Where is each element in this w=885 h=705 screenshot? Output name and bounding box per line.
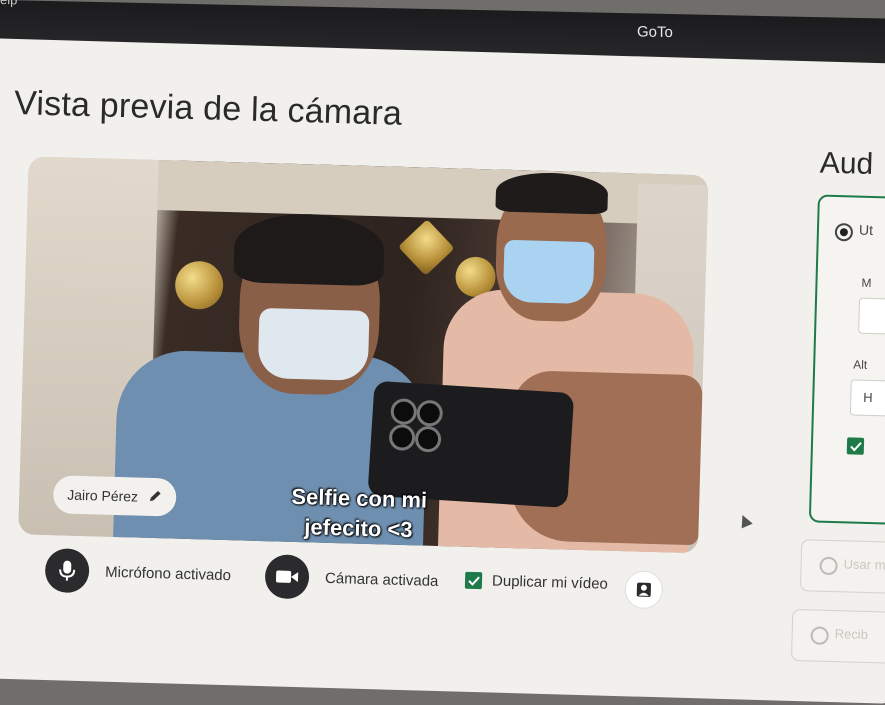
speaker-select[interactable]: H — [849, 379, 885, 418]
mouse-cursor-icon — [736, 512, 753, 529]
phone-camera-lens — [415, 399, 444, 428]
audio-section-title: Aud — [819, 146, 874, 181]
page-title: Vista previa de la cámara — [13, 83, 403, 133]
camera-preview-dialog: Vista previa de la cámara Aud Selfie con… — [0, 38, 885, 704]
audio-option-computer[interactable]: Ut M Alt H — [808, 194, 885, 526]
person-left-hair — [233, 212, 386, 287]
microphone-select[interactable] — [858, 297, 885, 336]
audio-option-phone[interactable]: Usar m — [799, 539, 885, 595]
help-menu[interactable]: elp — [0, 0, 17, 7]
microphone-label: Micrófono activado — [104, 563, 232, 584]
phone-camera-lens — [389, 397, 418, 426]
phone-camera-lens — [388, 423, 416, 452]
microphone-toggle[interactable]: Micrófono activado — [44, 548, 232, 597]
participant-name: Jairo Pérez — [67, 486, 139, 505]
audio-option-label: Usar m — [843, 556, 885, 573]
background-settings-button[interactable] — [624, 570, 664, 610]
camera-toggle[interactable]: Cámara activada — [264, 554, 439, 603]
camera-preview-video: Selfie con mi jefecito <3 Jairo Pérez — [18, 156, 709, 554]
pencil-icon[interactable] — [148, 488, 162, 505]
phone-camera-lens — [414, 425, 442, 453]
speaker-test-checkbox[interactable] — [846, 437, 865, 455]
speaker-field-label: Alt — [853, 357, 868, 372]
video-camera-icon[interactable] — [264, 554, 310, 600]
preview-controls: Micrófono activado Cámara activada Dupli… — [44, 548, 685, 616]
audio-option-callback[interactable]: Recib — [790, 608, 885, 665]
audio-option-radio[interactable] — [834, 222, 854, 242]
microphone-field-label: M — [861, 275, 872, 290]
person-portrait-icon[interactable] — [624, 570, 664, 610]
audio-option-label: Ut — [858, 221, 874, 239]
person-right-mask — [502, 239, 595, 305]
mirror-video-checkbox-row[interactable]: Duplicar mi vídeo — [464, 571, 609, 593]
video-background-ceiling — [147, 159, 709, 226]
mirror-video-checkbox[interactable] — [464, 571, 483, 590]
app-title: GoTo — [637, 23, 673, 42]
audio-option-label: Recib — [834, 626, 869, 643]
gold-star-balloon — [398, 219, 455, 276]
speaker-select-value: H — [863, 389, 873, 406]
participant-name-tag[interactable]: Jairo Pérez — [52, 475, 177, 517]
audio-option-radio[interactable] — [810, 626, 829, 645]
mirror-video-label: Duplicar mi vídeo — [491, 572, 609, 593]
person-left-mask — [257, 307, 370, 381]
microphone-icon[interactable] — [44, 548, 90, 594]
overlay-caption: Selfie con mi jefecito <3 — [258, 481, 460, 547]
audio-option-radio[interactable] — [819, 556, 838, 576]
overlay-caption-line: jefecito <3 — [304, 514, 413, 543]
camera-label: Cámara activada — [324, 569, 439, 590]
gold-balloon — [174, 260, 224, 310]
